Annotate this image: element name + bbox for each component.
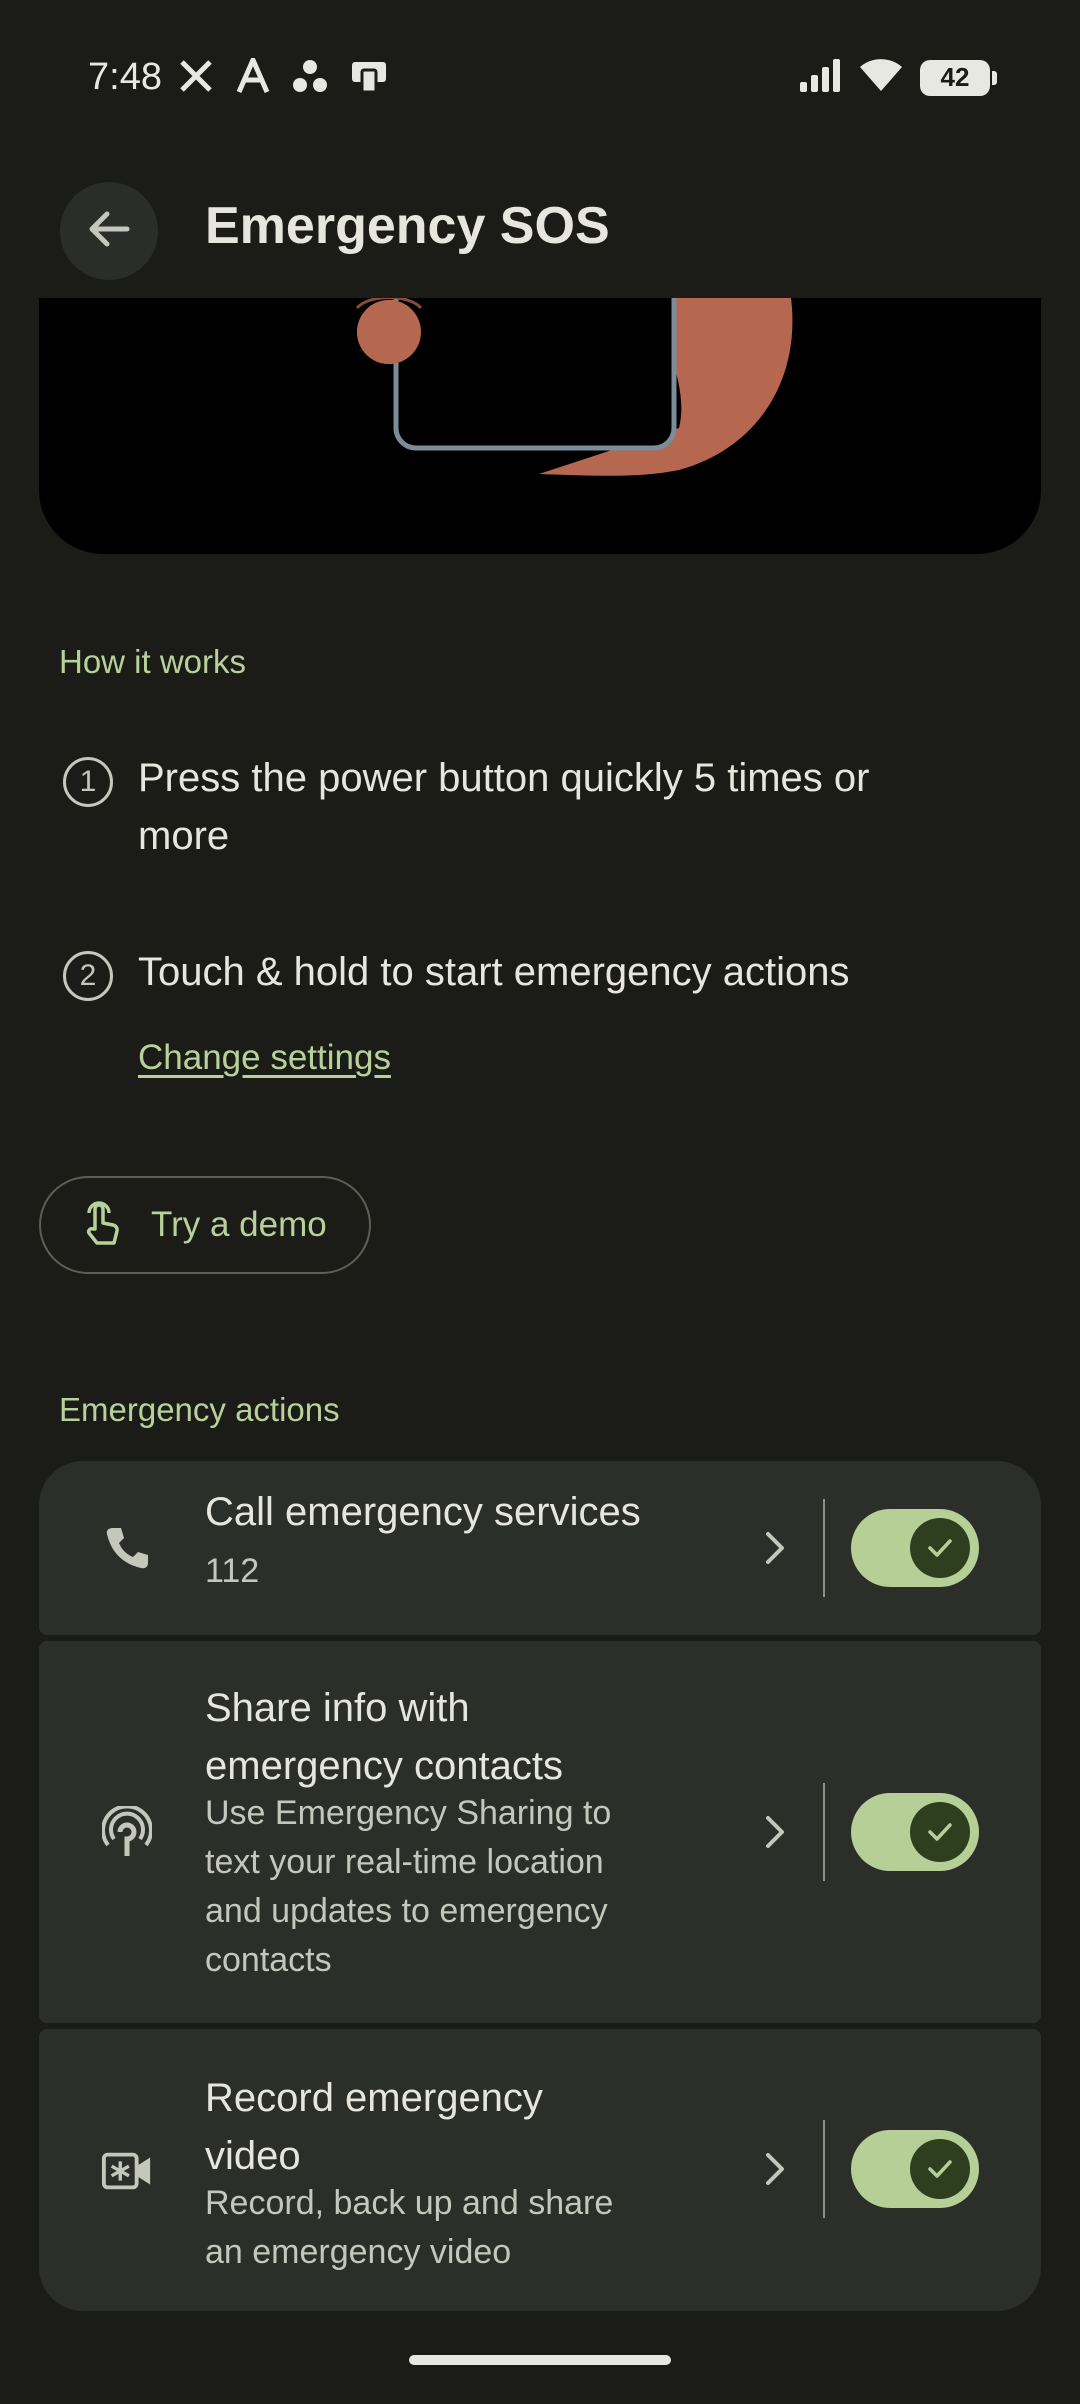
try-demo-label: Try a demo (151, 1205, 327, 1244)
arrow-back-icon (87, 207, 131, 256)
status-time: 7:48 (88, 56, 162, 98)
x-icon (178, 58, 214, 99)
try-demo-button[interactable]: Try a demo (39, 1176, 371, 1274)
share-info-toggle[interactable] (851, 1793, 979, 1871)
divider (823, 1499, 825, 1597)
chevron-right-icon (755, 2149, 795, 2189)
call-emergency-toggle[interactable] (851, 1509, 979, 1587)
how-it-works-label: How it works (59, 643, 247, 680)
flashcard-icon (350, 58, 388, 99)
share-info-title: Share info with emergency contacts (205, 1686, 563, 1788)
touch-gesture-icon (81, 1199, 125, 1252)
action-share-info[interactable]: Share info with emergency contacts Use E… (39, 1641, 1041, 2023)
step-1-number: 1 (63, 757, 113, 807)
change-settings-link[interactable]: Change settings (138, 1038, 391, 1078)
step-2-text: Touch & hold to start emergency actions (138, 950, 850, 994)
dots-icon (292, 58, 328, 99)
emergency-actions-label: Emergency actions (59, 1391, 340, 1428)
chevron-right-icon (755, 1528, 795, 1568)
action-record-video[interactable]: Record emergency video Record, back up a… (39, 2029, 1041, 2311)
page-title: Emergency SOS (205, 197, 610, 255)
notification-icons (178, 53, 388, 99)
signal-icon (800, 58, 842, 97)
record-video-toggle[interactable] (851, 2130, 979, 2208)
location-share-icon (101, 1806, 153, 1858)
sos-illustration (39, 298, 1041, 554)
step-1-text: Press the power button quickly 5 times o… (138, 756, 870, 858)
check-icon (910, 2139, 970, 2199)
call-emergency-number: 112 (205, 1552, 260, 1590)
record-video-title: Record emergency video (205, 2076, 543, 2178)
divider (823, 1783, 825, 1881)
divider (823, 2120, 825, 2218)
check-icon (910, 1802, 970, 1862)
home-indicator[interactable] (409, 2355, 671, 2365)
wifi-icon (860, 58, 902, 97)
video-icon (101, 2145, 153, 2197)
back-button[interactable] (60, 182, 158, 280)
step-2-number: 2 (63, 951, 113, 1001)
share-info-description: Use Emergency Sharing to text your real-… (205, 1794, 612, 1979)
check-icon (910, 1518, 970, 1578)
record-video-description: Record, back up and share an emergency v… (205, 2184, 614, 2271)
battery-icon: 42 (920, 59, 997, 96)
action-call-emergency[interactable]: Call emergency services 112 (39, 1461, 1041, 1635)
status-bar: 7:48 42 (0, 0, 1080, 160)
font-a-icon (236, 53, 270, 99)
phone-icon (101, 1522, 153, 1574)
chevron-right-icon (755, 1812, 795, 1852)
call-emergency-title: Call emergency services (205, 1490, 641, 1534)
system-icons: 42 (800, 58, 997, 97)
